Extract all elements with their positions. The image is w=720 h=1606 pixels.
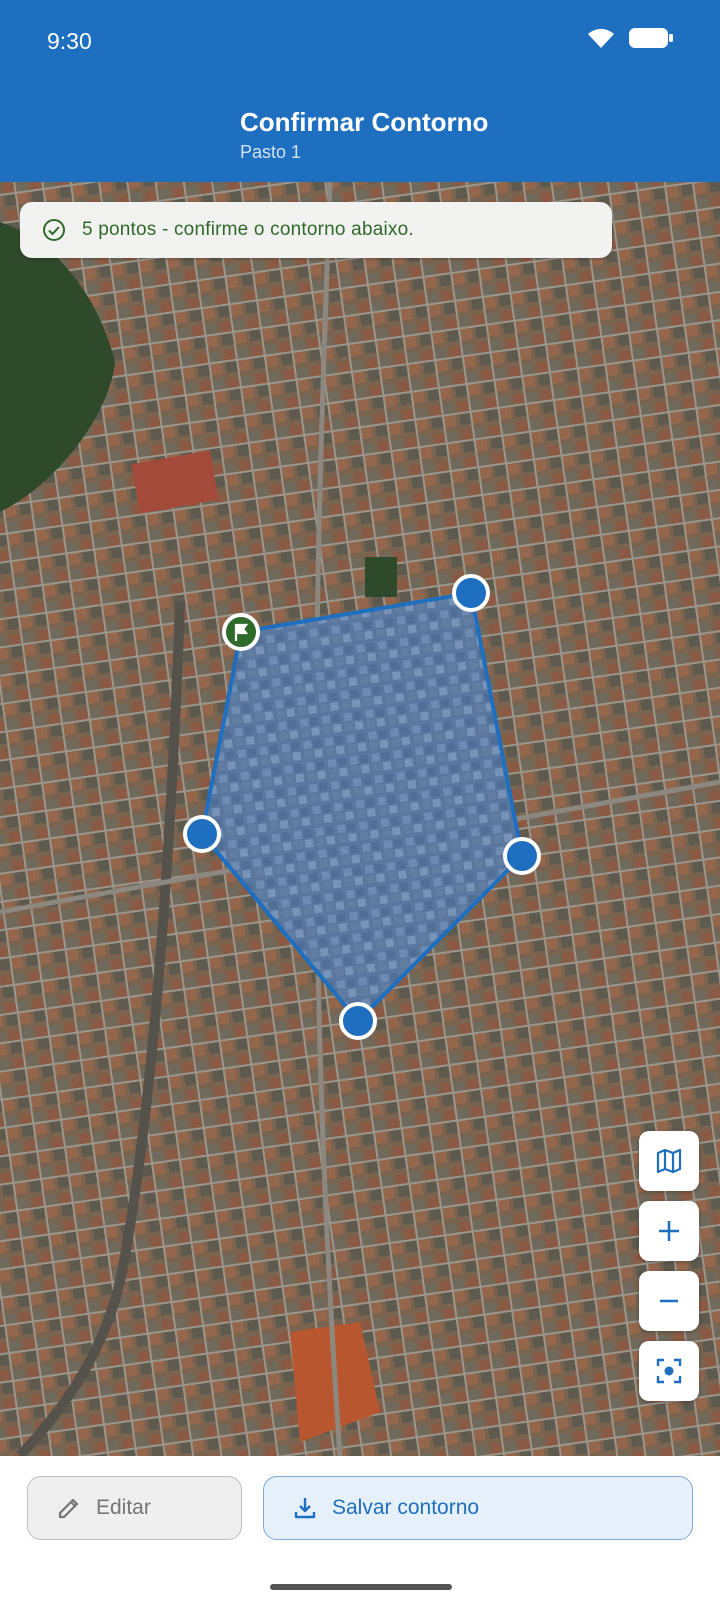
status-time: 9:30 bbox=[47, 28, 92, 54]
zoom-out-button[interactable] bbox=[639, 1271, 699, 1331]
save-button-label: Salvar contorno bbox=[332, 1496, 480, 1519]
pencil-icon bbox=[58, 1498, 79, 1519]
start-point-marker[interactable] bbox=[222, 613, 260, 651]
page-subtitle: Pasto 1 bbox=[240, 142, 302, 162]
download-icon bbox=[294, 1498, 316, 1519]
map-icon bbox=[656, 1148, 682, 1174]
edit-button-label: Editar bbox=[96, 1496, 151, 1519]
center-map-button[interactable] bbox=[639, 1341, 699, 1401]
locate-icon bbox=[656, 1358, 682, 1384]
battery-icon bbox=[629, 28, 673, 48]
contour-overlay bbox=[183, 574, 541, 1040]
zoom-in-button[interactable] bbox=[639, 1201, 699, 1261]
header-titles: Confirmar Contorno Pasto 1 bbox=[240, 106, 488, 163]
vertex-handle[interactable] bbox=[339, 1002, 377, 1040]
vertex-handle[interactable] bbox=[452, 574, 490, 612]
wifi-icon bbox=[588, 28, 614, 48]
info-banner: 5 pontos - confirme o contorno abaixo. bbox=[20, 202, 612, 258]
app-bar: 9:30 Confirmar Contorno Pasto 1 bbox=[0, 0, 720, 182]
bottom-action-bar: Editar Salvar contorno bbox=[0, 1456, 720, 1606]
vertex-handle[interactable] bbox=[503, 837, 541, 875]
banner-text: 5 pontos - confirme o contorno abaixo. bbox=[82, 219, 414, 240]
map-layers-button[interactable] bbox=[639, 1131, 699, 1191]
vertex-handle[interactable] bbox=[183, 815, 221, 853]
edit-button[interactable]: Editar bbox=[27, 1476, 242, 1540]
plus-icon bbox=[659, 1221, 679, 1241]
check-circle-icon bbox=[43, 219, 65, 241]
contour-polygon bbox=[199, 590, 525, 1024]
map-view[interactable]: 5 pontos - confirme o contorno abaixo. bbox=[0, 182, 720, 1456]
save-contour-button[interactable]: Salvar contorno bbox=[263, 1476, 693, 1540]
status-icons bbox=[586, 26, 674, 50]
minus-icon bbox=[660, 1299, 678, 1303]
home-indicator[interactable] bbox=[270, 1584, 452, 1590]
page-title: Confirmar Contorno bbox=[240, 107, 489, 137]
